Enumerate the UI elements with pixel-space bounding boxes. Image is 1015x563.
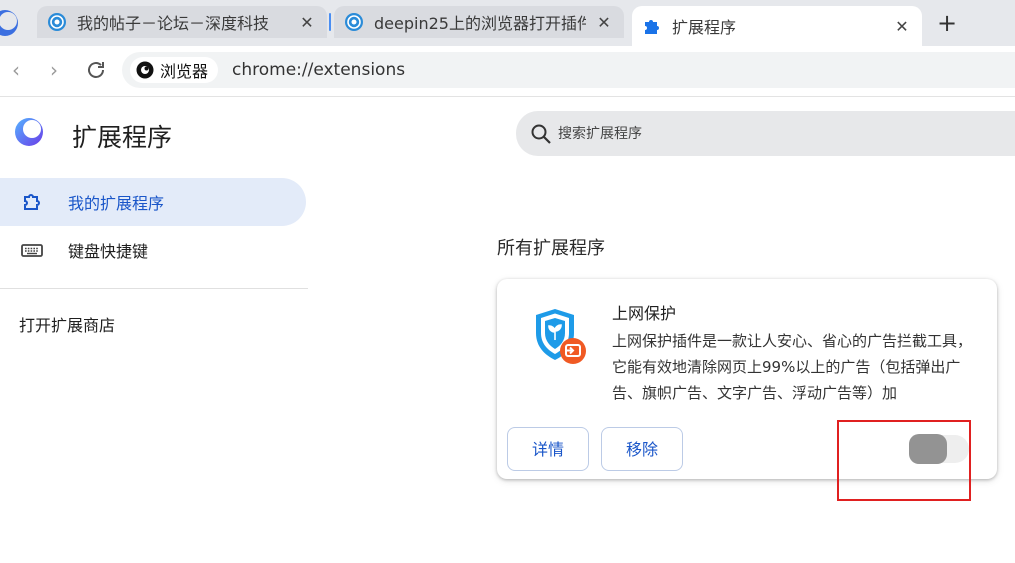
address-bar[interactable]: 浏览器 chrome://extensions xyxy=(122,52,1015,88)
sidebar-item-keyboard-shortcuts[interactable]: 键盘快捷键 xyxy=(0,226,306,274)
sidebar-divider xyxy=(0,288,308,289)
keyboard-icon xyxy=(21,244,43,257)
tab-strip: 我的帖子－论坛－深度科技 ✕ deepin25上的浏览器打开插件 ✕ 扩展程序 … xyxy=(0,0,1015,46)
browser-logo-icon[interactable] xyxy=(0,8,20,38)
toolbar: ‹ › 浏览器 chrome://extensions xyxy=(0,46,1015,97)
browser-brand-label: 浏览器 xyxy=(160,62,209,81)
search-extensions-input[interactable]: 搜索扩展程序 xyxy=(516,111,1015,156)
sidebar-item-label: 键盘快捷键 xyxy=(68,242,149,261)
deepin-favicon-icon xyxy=(48,13,66,31)
new-tab-button[interactable]: + xyxy=(934,10,960,36)
back-button[interactable]: ‹ xyxy=(4,58,28,82)
search-icon xyxy=(531,124,551,144)
shield-icon xyxy=(536,309,586,364)
tab-close-icon[interactable]: ✕ xyxy=(297,13,317,32)
tab-separator xyxy=(329,13,331,31)
deepin-favicon-icon xyxy=(345,13,363,31)
extensions-logo-icon xyxy=(15,118,43,146)
url-text[interactable]: chrome://extensions xyxy=(232,60,405,80)
section-title: 所有扩展程序 xyxy=(497,238,605,259)
tab-title: 我的帖子－论坛－深度科技 xyxy=(77,14,270,33)
tab-title: 扩展程序 xyxy=(672,18,737,37)
details-button[interactable]: 详情 xyxy=(507,427,589,471)
sidebar-item-label: 我的扩展程序 xyxy=(68,194,165,213)
sidebar-item-my-extensions[interactable]: 我的扩展程序 xyxy=(0,178,306,226)
tab-extensions[interactable]: 扩展程序 ✕ xyxy=(632,6,922,46)
puzzle-favicon-icon xyxy=(645,20,659,34)
tab-forum[interactable]: 我的帖子－论坛－深度科技 ✕ xyxy=(37,6,327,38)
page-title: 扩展程序 xyxy=(72,123,173,152)
browser-brand-chip[interactable]: 浏览器 xyxy=(130,57,219,83)
annotation-highlight-box xyxy=(837,420,971,501)
remove-button[interactable]: 移除 xyxy=(601,427,683,471)
search-placeholder: 搜索扩展程序 xyxy=(558,126,642,142)
forward-button[interactable]: › xyxy=(42,58,66,82)
tab-close-icon[interactable]: ✕ xyxy=(892,17,912,36)
puzzle-icon xyxy=(24,194,40,210)
extension-name: 上网保护 xyxy=(612,304,677,323)
tab-title: deepin25上的浏览器打开插件 xyxy=(374,14,586,33)
reload-icon[interactable] xyxy=(84,58,108,82)
tab-close-icon[interactable]: ✕ xyxy=(594,13,614,32)
open-extension-store-link[interactable]: 打开扩展商店 xyxy=(19,312,115,336)
browser-brand-icon xyxy=(136,61,154,79)
extension-description: 上网保护插件是一款让人安心、省心的广告拦截工具，它能有效地清除网页上99%以上的… xyxy=(612,332,973,402)
tab-deepin-post[interactable]: deepin25上的浏览器打开插件 ✕ xyxy=(334,6,624,38)
